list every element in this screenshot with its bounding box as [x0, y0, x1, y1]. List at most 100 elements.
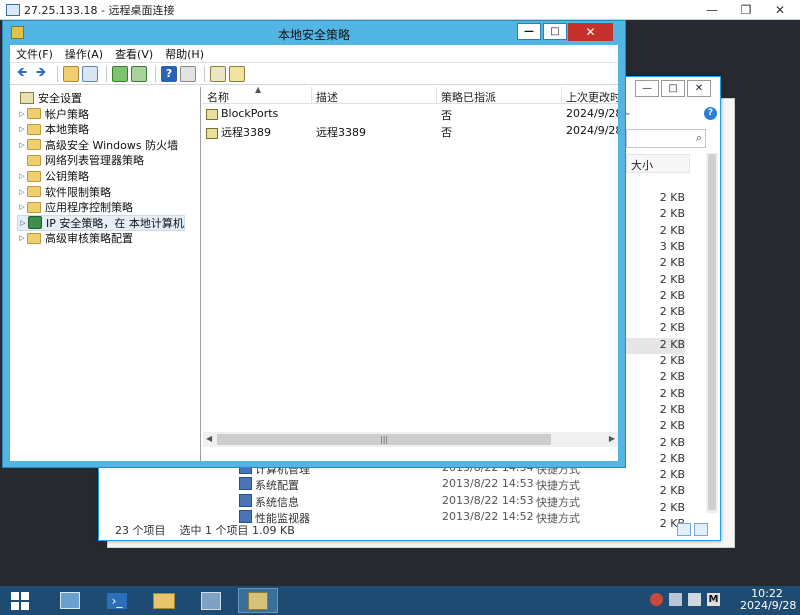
menu-action[interactable]: 操作(A) [65, 46, 103, 62]
manage-ip-filter-icon[interactable] [210, 65, 226, 82]
show-hide-tree-icon[interactable] [82, 65, 98, 82]
taskbar-server-manager[interactable] [50, 588, 90, 613]
menu-view[interactable]: 查看(V) [115, 46, 153, 62]
file-size-cell: 2 KB [659, 435, 685, 449]
taskbar-admin-tools[interactable] [191, 588, 231, 613]
tree-item[interactable]: ▷ 帐户策略 [17, 106, 89, 122]
expand-arrow-icon[interactable]: ▷ [17, 141, 27, 149]
network-icon[interactable] [669, 593, 682, 606]
export-list-icon[interactable] [131, 65, 147, 82]
security-settings-icon [20, 92, 34, 104]
search-input[interactable]: ⌕ [626, 129, 706, 148]
column-header-size[interactable]: 大小 [626, 154, 690, 173]
start-button[interactable] [0, 588, 40, 613]
explorer-minimize-button[interactable]: — [635, 80, 659, 97]
taskbar-file-explorer[interactable] [144, 588, 184, 613]
lsp-close-button[interactable]: ✕ [568, 23, 613, 41]
forward-arrow-icon[interactable]: 🡺 [33, 65, 49, 82]
rdp-restore-button[interactable]: ❐ [729, 0, 763, 20]
list-horizontal-scrollbar[interactable]: ◀ ||| ▶ [203, 432, 618, 447]
menu-bar: 文件(F) 操作(A) 查看(V) 帮助(H) [10, 45, 618, 63]
menu-file[interactable]: 文件(F) [16, 46, 53, 62]
ip-policy-icon [206, 108, 218, 120]
clock[interactable]: 10:22 2024/9/28 [740, 588, 796, 612]
file-size-cell: 2 KB [659, 500, 685, 514]
tree-item-label: IP 安全策略，在 本地计算机 [46, 216, 184, 230]
up-folder-icon[interactable] [63, 65, 79, 82]
expand-arrow-icon[interactable]: ▷ [17, 203, 27, 211]
taskbar-local-security-policy[interactable] [238, 588, 278, 613]
back-arrow-icon[interactable]: 🡸 [14, 65, 30, 82]
tree-item[interactable]: ▷ 高级安全 Windows 防火墙 [17, 137, 178, 153]
tree-item[interactable]: ▷ IP 安全策略，在 本地计算机 [17, 214, 185, 231]
explorer-nav-tools: ⌄ ? [624, 104, 717, 122]
input-method-icon[interactable]: M [707, 593, 720, 606]
column-header-name[interactable]: 名称 ▲ [203, 87, 312, 104]
scrollbar-thumb[interactable] [708, 154, 716, 510]
refresh-icon[interactable] [112, 65, 128, 82]
file-row[interactable]: 系统配置 2013/8/22 14:53 快捷方式 [239, 477, 580, 493]
help-topics-icon[interactable]: ? [161, 65, 177, 82]
column-header-last-modified[interactable]: 上次更改时间 [562, 87, 618, 104]
rdp-minimize-button[interactable]: — [695, 0, 729, 20]
tree-item[interactable]: ▷ 本地策略 [17, 121, 89, 137]
tree-item[interactable]: ▷ 应用程序控制策略 [17, 199, 133, 215]
lsp-maximize-button[interactable]: □ [543, 23, 567, 40]
folder-icon [27, 139, 41, 151]
expand-arrow-icon[interactable]: ▷ [17, 110, 27, 118]
toolbar-separator [57, 65, 58, 82]
policy-description: 远程3389 [316, 126, 366, 139]
column-header-assigned[interactable]: 策略已指派 [437, 87, 562, 104]
powershell-icon: ›_ [107, 592, 127, 609]
tree-item[interactable]: 网络列表管理器策略 [17, 152, 144, 168]
policy-row[interactable]: BlockPorts 否 2024/9/28 1 [203, 106, 618, 122]
expand-arrow-icon[interactable]: ▷ [17, 125, 27, 133]
file-size-cell: 2 KB [659, 468, 685, 482]
file-size-cell: 2 KB [659, 191, 685, 204]
explorer-close-button[interactable]: ✕ [687, 80, 711, 97]
expand-arrow-icon[interactable]: ▷ [18, 219, 28, 227]
taskbar: ›_ M 10:22 2024/9/28 [0, 586, 800, 615]
expand-arrow-icon[interactable]: ▷ [17, 172, 27, 180]
lsp-minimize-button[interactable]: — [517, 23, 541, 40]
file-row[interactable]: 系统信息 2013/8/22 14:53 快捷方式 [239, 493, 580, 510]
tree-item[interactable]: ▷ 软件限制策略 [17, 184, 111, 200]
lsp-client-area: 文件(F) 操作(A) 查看(V) 帮助(H) 🡸 🡺 ? 安全设置 ▷ 帐户策略 ▷… [10, 45, 618, 461]
policy-last-modified: 2024/9/28 1 [566, 124, 618, 137]
local-security-policy-window: 本地安全策略 — □ ✕ 文件(F) 操作(A) 查看(V) 帮助(H) 🡸 🡺… [2, 20, 626, 468]
expand-arrow-icon[interactable]: ▷ [17, 188, 27, 196]
tree-item-label: 应用程序控制策略 [45, 201, 133, 215]
item-count: 23 个项目 [115, 524, 166, 537]
file-size-cell: 2 KB [659, 256, 685, 270]
menu-help[interactable]: 帮助(H) [165, 46, 204, 62]
help-icon[interactable]: ? [704, 106, 717, 120]
volume-icon[interactable] [688, 593, 701, 606]
folder-icon [27, 232, 41, 244]
policy-row[interactable]: 远程3389 远程3389 否 2024/9/28 1 [203, 123, 618, 139]
large-icons-view-icon[interactable] [694, 523, 708, 536]
scroll-left-icon[interactable]: ◀ [206, 434, 212, 443]
tree-item[interactable]: ▷ 高级审核策略配置 [17, 230, 133, 246]
explorer-maximize-button[interactable]: □ [661, 80, 685, 97]
file-type: 快捷方式 [536, 479, 580, 493]
tree-item[interactable]: 安全设置 [10, 90, 82, 106]
file-size-cell: 2 KB [619, 337, 685, 354]
tree-item-label: 高级安全 Windows 防火墙 [45, 138, 179, 152]
column-header-description[interactable]: 描述 [312, 87, 437, 104]
details-view-icon[interactable] [677, 523, 691, 536]
taskbar-powershell[interactable]: ›_ [97, 588, 137, 613]
rdp-close-button[interactable]: ✕ [763, 0, 797, 20]
notification-icon[interactable] [650, 593, 663, 606]
file-size-cell: 2 KB [659, 451, 685, 465]
rdp-app-icon [6, 3, 20, 16]
create-policy-icon[interactable] [229, 65, 245, 82]
expand-arrow-icon[interactable]: ▷ [17, 234, 27, 242]
scroll-right-icon[interactable]: ▶ [609, 434, 615, 443]
explorer-vertical-scrollbar[interactable] [706, 153, 718, 513]
console-tree: 安全设置 ▷ 帐户策略 ▷ 本地策略 ▷ 高级安全 Windows 防火墙 网络列表管理器策略… [10, 87, 201, 461]
column-name-label: 名称 [207, 91, 229, 104]
tree-item[interactable]: ▷ 公钥策略 [17, 168, 89, 184]
admin-tools-icon [201, 591, 221, 610]
toolbar-separator [155, 65, 156, 82]
properties-icon[interactable] [180, 65, 196, 82]
